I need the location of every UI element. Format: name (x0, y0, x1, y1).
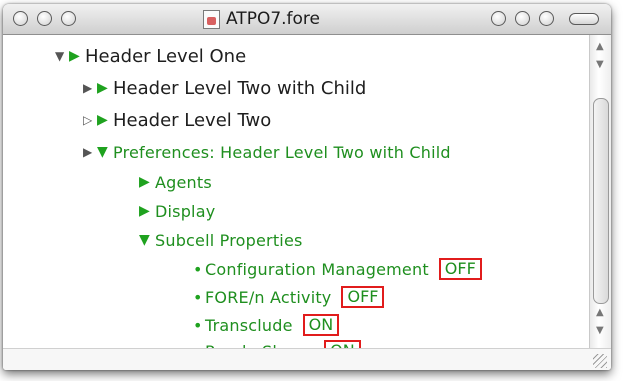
green-collapse-icon[interactable]: ▼ (139, 232, 155, 248)
property-label: FORE/n Activity (205, 287, 332, 307)
bullet-icon: • (193, 259, 203, 279)
toolbar-button-1[interactable] (491, 11, 506, 26)
property-row[interactable]: • Transclude ON (193, 313, 340, 337)
outline-label: Subcell Properties (155, 230, 303, 250)
window-title-group: ATPO7.fore (203, 9, 320, 29)
disclosure-right-icon[interactable]: ▶ (83, 145, 97, 159)
outline-row-child2[interactable]: ▷ ▶ Header Level Two (83, 108, 271, 132)
disclosure-down-icon[interactable]: ▼ (55, 49, 69, 63)
minimize-button[interactable] (37, 11, 52, 26)
property-row[interactable]: • Configuration Management OFF (193, 257, 482, 281)
green-expand-icon[interactable]: ▶ (97, 80, 113, 96)
green-expand-icon[interactable]: ▶ (139, 203, 155, 219)
bullet-icon: • (193, 287, 203, 307)
zoom-button[interactable] (61, 11, 76, 26)
outline-label: Header Level Two with Child (113, 77, 367, 99)
toggle-value[interactable]: OFF (341, 286, 385, 308)
green-expand-icon[interactable]: ▶ (139, 174, 155, 190)
toolbar-button-3[interactable] (539, 11, 554, 26)
scroll-thumb[interactable] (593, 98, 609, 304)
document-icon (203, 9, 220, 29)
outline-row-agents[interactable]: ▶ Agents (139, 170, 212, 194)
outline-row-subcell[interactable]: ▼ Subcell Properties (139, 228, 303, 252)
toolbar-toggle-button[interactable] (569, 13, 599, 25)
green-expand-icon[interactable]: ▶ (97, 112, 113, 128)
toggle-value[interactable]: OFF (438, 258, 482, 280)
green-expand-icon[interactable]: ▶ (69, 48, 85, 64)
disclosure-right-icon[interactable]: ▶ (83, 81, 97, 95)
toggle-value[interactable]: ON (302, 314, 340, 336)
outline-label: Preferences: Header Level Two with Child (113, 142, 451, 162)
app-window: ATPO7.fore ▼ ▶ Header Level One ▶ ▶ Head… (3, 4, 611, 370)
scroll-up-icon[interactable]: ▲ (596, 41, 604, 52)
bullet-icon: • (193, 315, 203, 335)
outline-row-preferences[interactable]: ▶ ▼ Preferences: Header Level Two with C… (83, 140, 451, 164)
window-title: ATPO7.fore (226, 9, 321, 29)
scroll-down-icon[interactable]: ▼ (596, 325, 604, 336)
toolbar-button-2[interactable] (515, 11, 530, 26)
outline-row-display[interactable]: ▶ Display (139, 199, 215, 223)
property-label: Configuration Management (205, 259, 429, 279)
bottom-bar (3, 348, 611, 370)
property-row[interactable]: • FORE/n Activity OFF (193, 285, 385, 309)
vertical-scrollbar[interactable]: ▲ ▼ ▲ ▼ (589, 35, 611, 348)
outline-view: ▼ ▶ Header Level One ▶ ▶ Header Level Tw… (3, 35, 589, 362)
scroll-down-icon[interactable]: ▼ (596, 59, 604, 70)
resize-grip-icon[interactable] (593, 354, 607, 368)
outline-row-child1[interactable]: ▶ ▶ Header Level Two with Child (83, 76, 366, 100)
scroll-up-icon[interactable]: ▲ (596, 307, 604, 318)
title-bar[interactable]: ATPO7.fore (3, 4, 611, 35)
outline-label: Display (155, 201, 216, 221)
outline-label: Header Level One (85, 45, 247, 67)
outline-row-level1[interactable]: ▼ ▶ Header Level One (55, 44, 246, 68)
outline-label: Agents (155, 172, 212, 192)
disclosure-empty-icon[interactable]: ▷ (83, 113, 97, 127)
green-collapse-icon[interactable]: ▼ (97, 144, 113, 160)
close-button[interactable] (13, 11, 28, 26)
property-label: Transclude (205, 315, 293, 335)
outline-label: Header Level Two (113, 109, 272, 131)
